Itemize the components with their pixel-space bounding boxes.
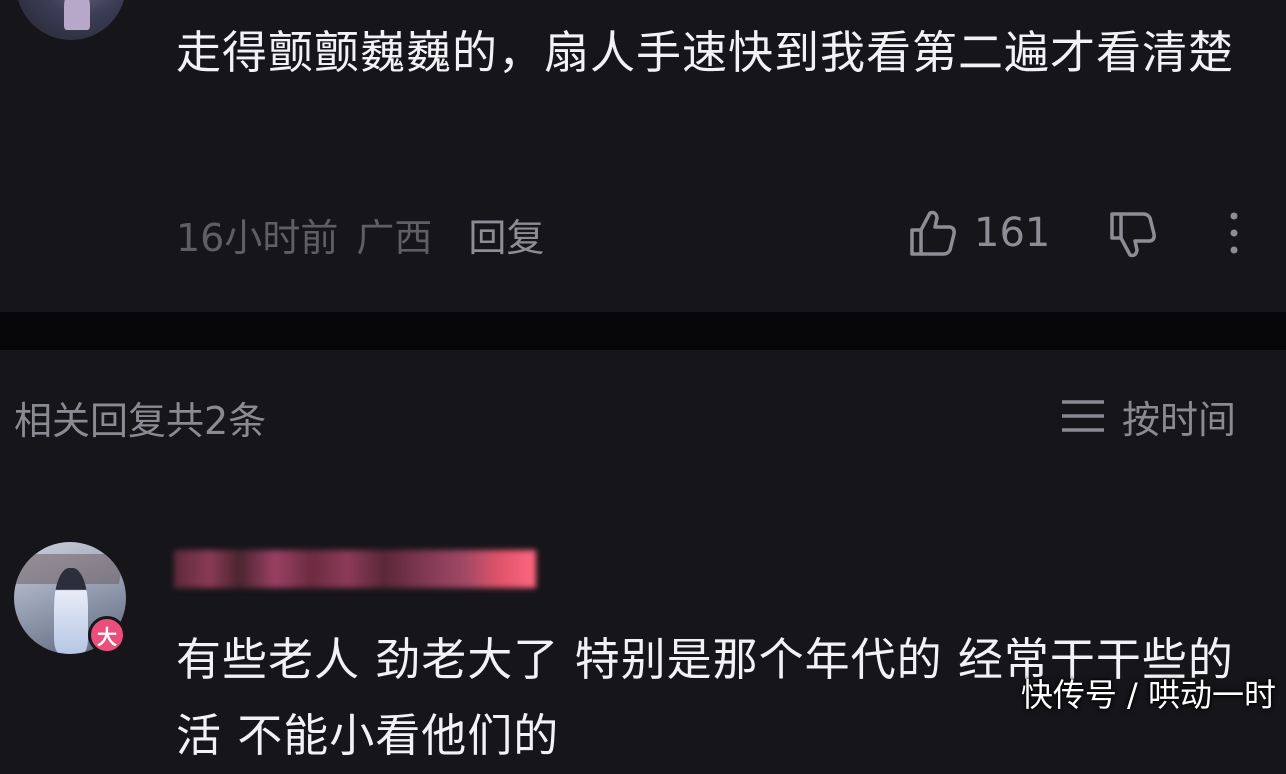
replies-count: 相关回复共2条 <box>14 399 267 443</box>
watermark: 快传号 / 哄动一时 <box>1020 676 1276 714</box>
section-divider <box>0 312 1286 350</box>
top-comment: 走得颤颤巍巍的，扇人手速快到我看第二遍才看清楚 16小时前 广西 回复 161 <box>0 0 1286 312</box>
sort-label: 按时间 <box>1122 397 1237 442</box>
comment-location: 广西 <box>356 215 433 260</box>
thumbs-down-icon[interactable] <box>1106 208 1158 260</box>
comment-text: 走得颤颤巍巍的，扇人手速快到我看第二遍才看清楚 <box>176 26 1235 79</box>
username-blurred[interactable] <box>174 550 536 588</box>
comment-time: 16小时前 <box>176 215 339 260</box>
more-vertical-icon[interactable] <box>1222 208 1246 258</box>
like-button[interactable]: 161 <box>906 206 1050 260</box>
comment-meta: 16小时前 广西 回复 <box>176 208 544 260</box>
big-fan-badge: 大 <box>88 616 126 654</box>
commenter-avatar[interactable] <box>16 0 126 40</box>
reply-button[interactable]: 回复 <box>468 207 544 262</box>
sort-by-time-button[interactable]: 按时间 <box>1060 388 1236 444</box>
menu-lines-icon <box>1062 400 1104 432</box>
like-count: 161 <box>974 210 1051 256</box>
thumbs-up-icon <box>910 210 956 256</box>
